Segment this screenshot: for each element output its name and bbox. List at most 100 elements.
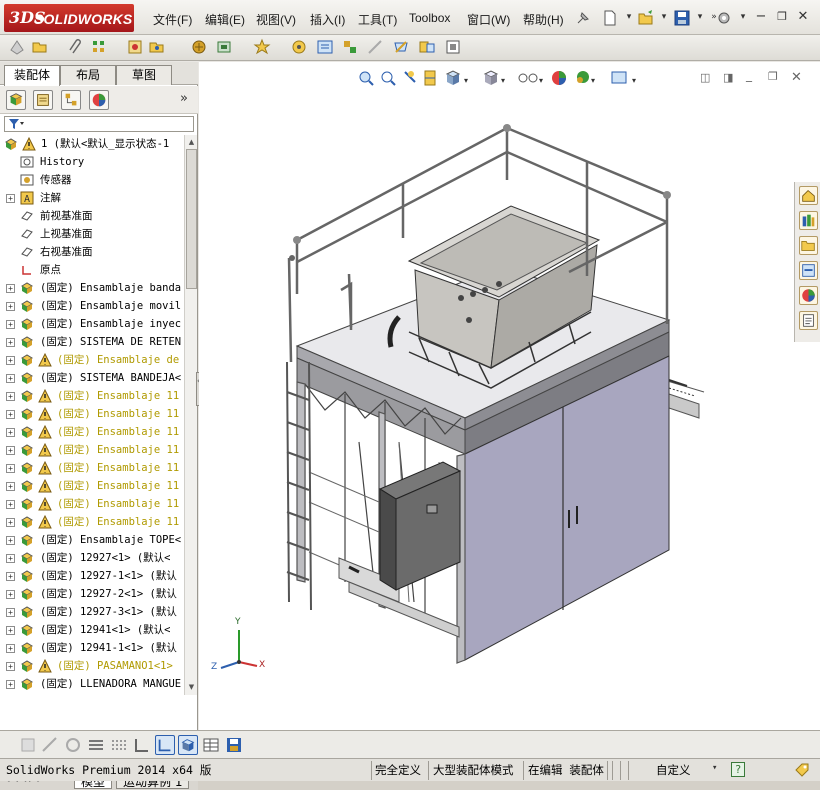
expand-toggle-icon[interactable]: +: [6, 644, 15, 653]
tree-item[interactable]: 上视基准面: [0, 225, 184, 243]
instant3d-icon[interactable]: [444, 38, 462, 56]
solidworks-resources-icon[interactable]: [799, 186, 818, 205]
menu-insert[interactable]: 插入(I): [310, 11, 345, 28]
save-view-icon[interactable]: [224, 735, 244, 755]
scroll-down-icon[interactable]: ▼: [186, 681, 197, 693]
tree-item[interactable]: + (固定) Ensamblaje 11: [0, 441, 184, 459]
bill-of-materials-icon[interactable]: [316, 38, 334, 56]
expand-toggle-icon[interactable]: +: [6, 518, 15, 527]
file-explorer-icon[interactable]: [799, 236, 818, 255]
expand-toggle-icon[interactable]: +: [6, 590, 15, 599]
smart-fastener-icon[interactable]: [126, 38, 144, 56]
tree-item[interactable]: + (固定) 12927-1<1> (默认: [0, 567, 184, 585]
tree-item[interactable]: + (固定) 12927-3<1> (默认: [0, 603, 184, 621]
tree-item[interactable]: + (固定) Ensamblaje 11: [0, 513, 184, 531]
tree-item[interactable]: + (固定) PASAMANO1<1>: [0, 657, 184, 675]
expand-toggle-icon[interactable]: +: [6, 662, 15, 671]
expand-toggle-icon[interactable]: +: [6, 680, 15, 689]
trim-grayed-icon[interactable]: [63, 735, 83, 755]
graphics-area[interactable]: ▾ ▾ ▾ ▾ ▾ ◫ ◨ _ ❐ ✕ Y X Z: [199, 62, 820, 730]
tree-item[interactable]: + (固定) Ensamblaje movil: [0, 297, 184, 315]
options-dropdown-icon[interactable]: ▾: [735, 9, 751, 25]
expand-toggle-icon[interactable]: +: [6, 536, 15, 545]
smart-dimension-grayed-icon[interactable]: [40, 735, 60, 755]
feature-manager-tree-icon[interactable]: [6, 90, 26, 110]
tab-layout[interactable]: 布局: [60, 65, 116, 85]
shaded-icon[interactable]: [178, 735, 198, 755]
display-manager-icon[interactable]: [89, 90, 109, 110]
restore-icon[interactable]: ❐: [774, 9, 790, 25]
menu-view[interactable]: 视图(V): [256, 11, 296, 28]
expand-toggle-icon[interactable]: +: [6, 572, 15, 581]
hidden-lines-visible-icon[interactable]: [155, 735, 175, 755]
configuration-manager-icon[interactable]: [61, 90, 81, 110]
tab-assembly[interactable]: 装配体: [4, 65, 60, 86]
save-icon[interactable]: [673, 9, 691, 27]
tree-filter-input[interactable]: [4, 116, 194, 132]
tree-item[interactable]: + (固定) LLENADORA MANGUE: [0, 675, 184, 693]
expand-toggle-icon[interactable]: +: [6, 338, 15, 347]
menu-tools[interactable]: 工具(T): [358, 11, 397, 28]
expand-toggle-icon[interactable]: +: [6, 626, 15, 635]
status-units[interactable]: 自定义: [653, 762, 694, 779]
tree-item[interactable]: + (固定) Ensamblaje 11: [0, 405, 184, 423]
appearances-icon[interactable]: [799, 286, 818, 305]
close-icon[interactable]: ✕: [795, 9, 811, 25]
expand-toggle-icon[interactable]: +: [6, 464, 15, 473]
edges-icon[interactable]: [132, 735, 152, 755]
units-dropdown-icon[interactable]: ▾: [712, 763, 717, 773]
mate-icon[interactable]: [31, 38, 49, 56]
line-format-icon[interactable]: [86, 735, 106, 755]
menu-file[interactable]: 文件(F): [153, 11, 192, 28]
expand-toggle-icon[interactable]: +: [6, 500, 15, 509]
options-gear-icon[interactable]: [715, 9, 733, 27]
filter-funnel-icon[interactable]: [7, 118, 25, 130]
tree-item[interactable]: History: [0, 153, 184, 171]
menu-window[interactable]: 窗口(W): [467, 11, 510, 28]
tab-sketch[interactable]: 草图: [116, 65, 172, 85]
assembly-3d-model[interactable]: [199, 62, 794, 730]
help-icon[interactable]: ?: [731, 762, 745, 777]
expand-toggle-icon[interactable]: +: [6, 302, 15, 311]
menu-help[interactable]: 帮助(H): [523, 11, 564, 28]
assembly-features-icon[interactable]: [215, 38, 233, 56]
expand-toggle-icon[interactable]: +: [6, 554, 15, 563]
new-dropdown-icon[interactable]: ▾: [621, 9, 637, 25]
tree-item[interactable]: + (固定) 12941-1<1> (默认: [0, 639, 184, 657]
tree-item[interactable]: 传感器: [0, 171, 184, 189]
solidworks-logo[interactable]: 3DS SOLIDWORKS: [4, 4, 134, 32]
clearance-verification-icon[interactable]: [418, 38, 436, 56]
tree-item[interactable]: + (固定) Ensamblaje de: [0, 351, 184, 369]
tree-item[interactable]: + (固定) Ensamblaje TOPE<: [0, 531, 184, 549]
view-palette-icon[interactable]: [799, 261, 818, 280]
expand-toggle-icon[interactable]: +: [6, 482, 15, 491]
pin-icon[interactable]: [574, 9, 592, 27]
insert-component-icon[interactable]: [8, 38, 26, 56]
tree-item[interactable]: + (固定) Ensamblaje 11: [0, 459, 184, 477]
tree-item[interactable]: 前视基准面: [0, 207, 184, 225]
interference-detection-icon[interactable]: [392, 38, 410, 56]
expand-toggle-icon[interactable]: +: [6, 608, 15, 617]
line-style-icon[interactable]: [109, 735, 129, 755]
tree-item[interactable]: 原点: [0, 261, 184, 279]
exploded-view-icon[interactable]: [341, 38, 359, 56]
new-motion-study-icon[interactable]: [290, 38, 308, 56]
tree-item[interactable]: + (固定) SISTEMA DE RETEN: [0, 333, 184, 351]
tree-item[interactable]: + (固定) Ensamblaje 11: [0, 477, 184, 495]
menu-toolbox[interactable]: Toolbox: [409, 11, 450, 25]
move-component-icon[interactable]: [148, 38, 166, 56]
table-icon[interactable]: [201, 735, 221, 755]
tree-item[interactable]: 1 (默认<默认_显示状态-1: [0, 135, 184, 153]
menu-edit[interactable]: 编辑(E): [205, 11, 245, 28]
explode-line-sketch-icon[interactable]: [366, 38, 384, 56]
tree-item[interactable]: + (固定) 12941<1> (默认<: [0, 621, 184, 639]
expand-toggle-icon[interactable]: +: [6, 446, 15, 455]
tree-item[interactable]: 右视基准面: [0, 243, 184, 261]
scroll-up-icon[interactable]: ▲: [186, 136, 197, 148]
expand-toggle-icon[interactable]: +: [6, 284, 15, 293]
pattern-icon[interactable]: [91, 38, 109, 56]
tree-item[interactable]: + (固定) 12927<1> (默认<: [0, 549, 184, 567]
scroll-thumb[interactable]: [186, 149, 197, 289]
tree-item[interactable]: + (固定) Ensamblaje 11: [0, 423, 184, 441]
open-folder-icon[interactable]: [637, 9, 655, 27]
